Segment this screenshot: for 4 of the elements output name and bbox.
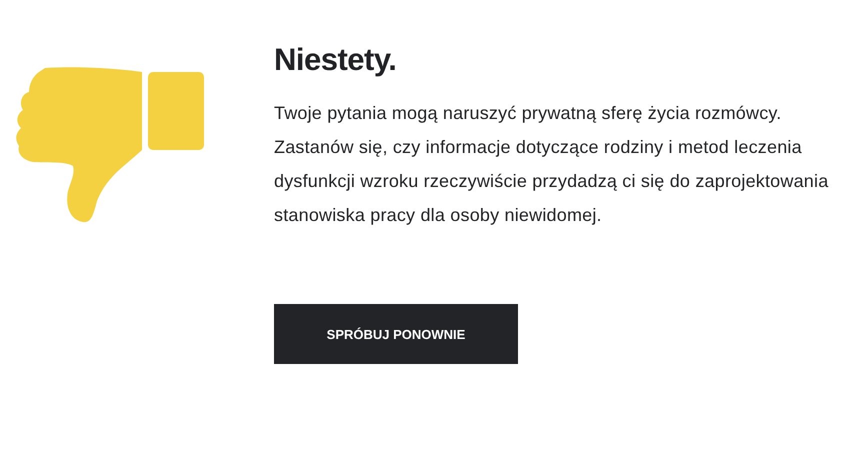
message-text: Twoje pytania mogą naruszyć prywatną sferę życia rozmówcy. Zastanów się, czy informacje dotyczące rodziny i metod leczenia dysfunkcji wzroku rzeczywiście przydadzą ci się do zaprojektowania stanowiska pracy dla osoby niewidomej. bbox=[274, 102, 830, 227]
thumbs-down-icon bbox=[15, 66, 205, 224]
heading: Niestety. bbox=[274, 42, 396, 78]
retry-button[interactable]: SPRÓBUJ PONOWNIE bbox=[274, 304, 518, 364]
